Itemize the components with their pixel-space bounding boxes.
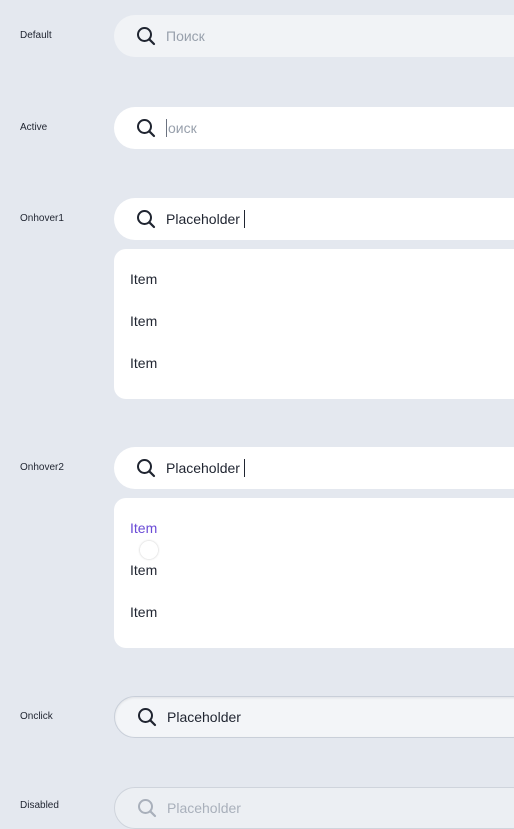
dropdown-item[interactable]: Item <box>130 271 157 287</box>
state-label-active: Active <box>20 122 48 133</box>
search-field-hover1[interactable]: Placeholder <box>114 198 514 240</box>
dropdown-item-highlighted[interactable]: Item <box>130 520 157 536</box>
text-caret <box>166 119 167 137</box>
dropdown-item[interactable]: Item <box>130 313 157 329</box>
search-field-disabled: Placeholder <box>114 787 514 829</box>
search-field-hover2[interactable]: Placeholder <box>114 447 514 489</box>
search-input-text: Placeholder <box>166 460 240 476</box>
state-label-hover1: Onhover1 <box>20 213 64 224</box>
state-label-disabled: Disabled <box>20 800 59 811</box>
dropdown-hover2: Item Item Item <box>114 498 514 648</box>
search-icon <box>135 705 159 729</box>
dropdown-hover1: Item Item Item <box>114 249 514 399</box>
text-caret <box>243 459 245 477</box>
state-label-hover2: Onhover2 <box>20 462 64 473</box>
dropdown-item[interactable]: Item <box>130 355 157 371</box>
search-icon <box>134 24 158 48</box>
state-label-click: Onclick <box>20 711 53 722</box>
cursor-pointer-icon <box>140 541 158 559</box>
search-icon <box>134 207 158 231</box>
search-input-text: Placeholder <box>166 211 240 227</box>
search-field-default[interactable]: Поиск <box>114 15 514 57</box>
search-input-text: оиск <box>168 120 197 136</box>
text-caret <box>243 210 245 228</box>
search-placeholder: Поиск <box>166 28 205 44</box>
dropdown-item[interactable]: Item <box>130 562 157 578</box>
state-label-default: Default <box>20 30 52 41</box>
search-field-click[interactable]: Placeholder <box>114 696 514 738</box>
search-field-active[interactable]: оиск <box>114 107 514 149</box>
search-icon <box>134 116 158 140</box>
search-input-text: Placeholder <box>167 709 241 725</box>
search-placeholder: Placeholder <box>167 800 241 816</box>
search-icon <box>134 456 158 480</box>
dropdown-item[interactable]: Item <box>130 604 157 620</box>
search-icon <box>135 796 159 820</box>
